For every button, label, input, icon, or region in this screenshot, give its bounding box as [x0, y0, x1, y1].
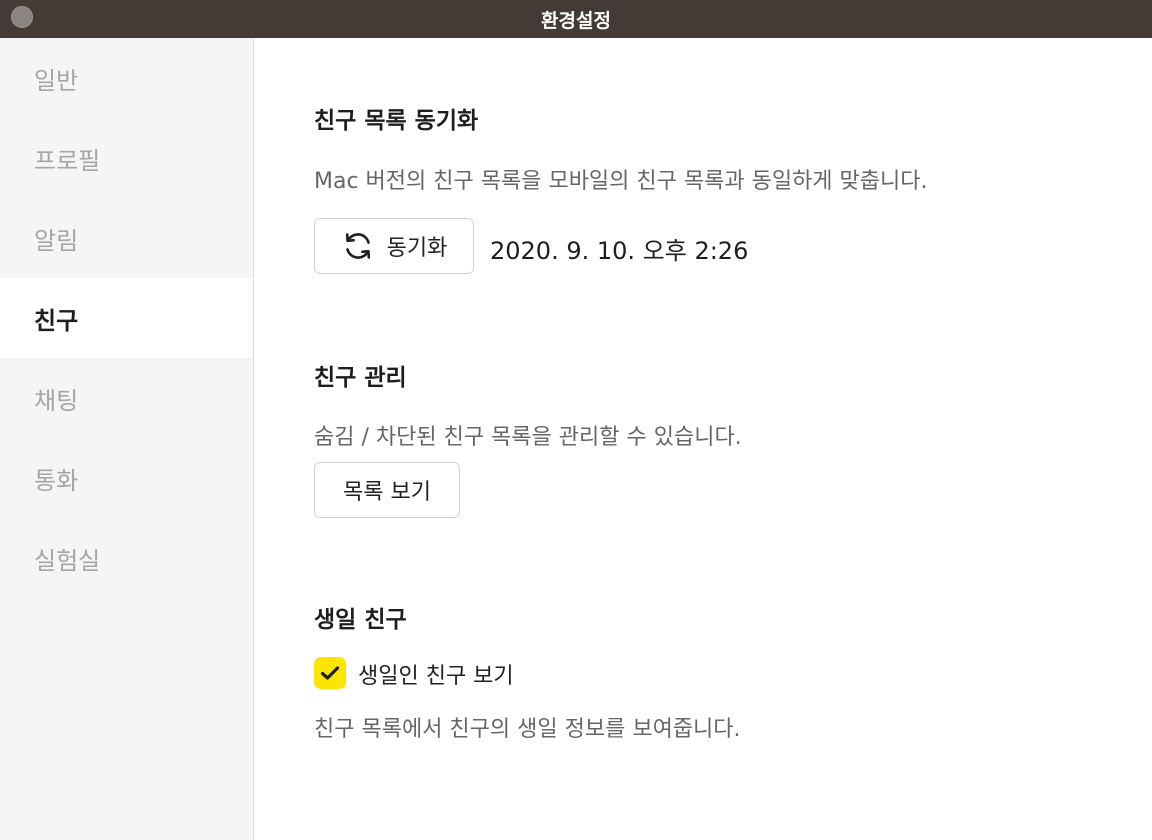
sidebar-item-notifications[interactable]: 알림 — [0, 198, 252, 278]
birthday-section-title: 생일 친구 — [314, 607, 407, 633]
close-window-button[interactable] — [11, 6, 33, 28]
settings-content: 친구 목록 동기화 Mac 버전의 친구 목록을 모바일의 친구 목록과 동일하… — [254, 38, 1152, 840]
sync-section-title: 친구 목록 동기화 — [314, 108, 479, 134]
sidebar-item-general[interactable]: 일반 — [0, 38, 252, 118]
sidebar-item-profile[interactable]: 프로필 — [0, 118, 252, 198]
sidebar-item-lab[interactable]: 실험실 — [0, 518, 252, 598]
birthday-checkbox[interactable] — [314, 657, 346, 689]
preferences-window: 환경설정 일반 프로필 알림 친구 채팅 통화 실험실 친구 목록 동기화 Ma… — [0, 0, 1152, 840]
view-list-button[interactable]: 목록 보기 — [314, 462, 460, 518]
view-list-button-label: 목록 보기 — [343, 480, 431, 505]
sidebar-item-friends[interactable]: 친구 — [0, 278, 252, 358]
sidebar: 일반 프로필 알림 친구 채팅 통화 실험실 — [0, 38, 254, 840]
sync-description: Mac 버전의 친구 목록을 모바일의 친구 목록과 동일하게 맞춥니다. — [314, 169, 928, 194]
sync-button[interactable]: 동기화 — [314, 218, 474, 274]
refresh-icon — [341, 229, 375, 263]
checkmark-icon — [320, 666, 340, 680]
manage-description: 숨김 / 차단된 친구 목록을 관리할 수 있습니다. — [314, 425, 742, 450]
manage-section-title: 친구 관리 — [314, 365, 407, 391]
sidebar-item-call[interactable]: 통화 — [0, 438, 252, 518]
window-title: 환경설정 — [541, 9, 611, 32]
title-bar: 환경설정 — [0, 0, 1152, 38]
birthday-description: 친구 목록에서 친구의 생일 정보를 보여줍니다. — [314, 717, 741, 742]
birthday-checkbox-label[interactable]: 생일인 친구 보기 — [358, 658, 514, 690]
sidebar-item-chat[interactable]: 채팅 — [0, 358, 252, 438]
sync-button-label: 동기화 — [386, 236, 448, 261]
last-sync-time: 2020. 9. 10. 오후 2:26 — [490, 237, 749, 265]
